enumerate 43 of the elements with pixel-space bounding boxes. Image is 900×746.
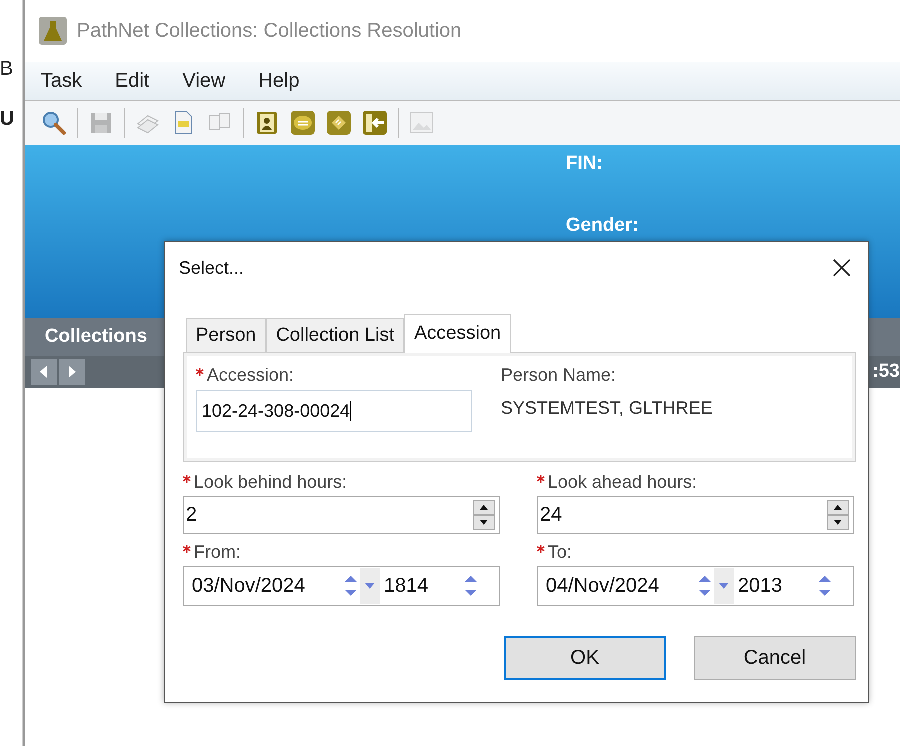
field-label: FIN: — [566, 153, 603, 175]
cancel-button[interactable]: Cancel — [694, 636, 856, 680]
text-fragment: U — [0, 108, 14, 131]
search-icon[interactable] — [41, 110, 67, 136]
tab[interactable]: Collection List — [266, 318, 404, 352]
previous-button[interactable] — [31, 359, 57, 385]
window-title: PathNet Collections: Collections Resolution — [77, 20, 462, 42]
menu-item[interactable]: Edit — [115, 70, 150, 92]
time-fragment: :53 — [872, 361, 900, 383]
field-label: Accession: — [207, 365, 294, 386]
ok-button[interactable]: OK — [504, 636, 666, 680]
tab[interactable]: Accession — [404, 314, 512, 353]
field-label: From: — [194, 542, 241, 563]
menu-item[interactable]: Task — [41, 70, 82, 92]
field-label: Look ahead hours: — [548, 472, 698, 493]
menu-item[interactable]: Help — [258, 70, 300, 92]
section-title: Collections — [45, 326, 148, 348]
dialog-title: Select... — [179, 258, 244, 278]
person-name: SYSTEMTEST, GLTHREE — [501, 398, 713, 419]
next-button[interactable] — [59, 359, 85, 385]
flask-icon — [39, 17, 67, 45]
speech-bubble-icon[interactable] — [290, 110, 316, 136]
date-field[interactable]: 03/Nov/2024 — [192, 574, 342, 598]
contact-card-icon[interactable] — [254, 110, 280, 136]
text-fragment: B — [0, 58, 14, 81]
tag-icon[interactable] — [326, 110, 352, 136]
right-arrow-icon — [68, 366, 76, 378]
hours-spinner[interactable]: 24 — [537, 496, 854, 534]
time-field[interactable]: 1814 — [384, 574, 462, 598]
field-label: Person Name: — [501, 365, 618, 386]
accession-field[interactable]: 102-24-308-00024 — [196, 390, 472, 432]
left-arrow-icon — [40, 366, 48, 378]
field-label: Gender: — [566, 215, 639, 237]
time-field[interactable]: 2013 — [738, 574, 816, 598]
date-field[interactable]: 04/Nov/2024 — [546, 574, 696, 598]
tab[interactable]: Person — [186, 318, 266, 352]
dropdown-icon[interactable] — [360, 568, 380, 604]
dropdown-icon[interactable] — [714, 568, 734, 604]
field-label: To: — [548, 542, 572, 563]
hours-spinner[interactable]: 2 — [183, 496, 500, 534]
field-label: Look behind hours: — [194, 472, 348, 493]
menu-item[interactable]: View — [182, 70, 226, 92]
close-icon[interactable] — [832, 258, 852, 278]
